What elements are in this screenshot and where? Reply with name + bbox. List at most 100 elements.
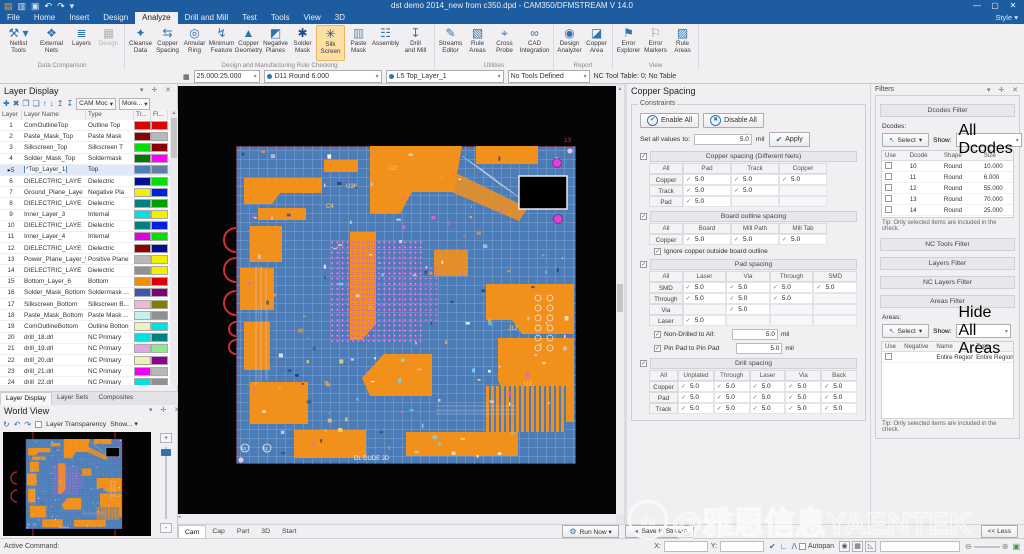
layer-color-swatch[interactable] — [134, 165, 151, 174]
layer-color-swatch[interactable] — [134, 288, 151, 297]
dcodes-show-combo[interactable]: All Dcodes▾ — [956, 133, 1022, 147]
close-button[interactable]: ✕ — [1004, 0, 1022, 12]
view-tab-part[interactable]: Part — [231, 525, 255, 539]
spacing-value-input[interactable]: 5.0 — [688, 393, 713, 402]
external-nets-button[interactable]: ❖External Nets — [35, 25, 68, 61]
layer-color-swatch[interactable] — [134, 356, 151, 365]
cell-check-icon[interactable]: ✓ — [782, 176, 787, 183]
layer-flash-swatch[interactable] — [151, 165, 168, 174]
layer-flash-swatch[interactable] — [151, 333, 168, 342]
spacing-value-input[interactable]: 5.0 — [795, 393, 820, 402]
cell-check-icon[interactable]: ✓ — [753, 394, 758, 401]
cell-check-icon[interactable]: ✓ — [782, 236, 787, 243]
layer-row-19[interactable]: 19ComOutlineBottomOutline Botton — [0, 321, 170, 332]
show-select[interactable]: Show... ▾ — [110, 420, 138, 428]
combo-no-tools-defined[interactable]: No Tools Defined▾ — [508, 70, 590, 83]
spacing-value-input[interactable]: 5.0 — [724, 382, 749, 391]
layer-flash-swatch[interactable] — [151, 255, 168, 264]
nc-tools-filter-header[interactable]: NC Tools Filter — [880, 238, 1015, 251]
dcodes-row[interactable]: 15Round10.000 — [882, 216, 1013, 217]
cell-check-icon[interactable]: ✓ — [734, 236, 739, 243]
cam-mode-select[interactable]: CAM Moc▾ — [76, 98, 116, 110]
layer-color-swatch[interactable] — [134, 333, 151, 342]
cell-check-icon[interactable]: ✓ — [686, 284, 691, 291]
layer-row-11[interactable]: 11Inner_Layer_4Internal — [0, 232, 170, 243]
dcodes-col-use[interactable]: Use — [882, 151, 907, 160]
areas-col-type[interactable]: Type — [973, 342, 1013, 351]
dcodes-use-checkbox[interactable] — [885, 173, 892, 180]
dcodes-row[interactable]: 12Round55.000 — [882, 183, 1013, 194]
apply-button[interactable]: ✔ Apply — [769, 132, 810, 147]
copper-area-button[interactable]: ◪Copper Area — [583, 25, 610, 61]
menu-item-design[interactable]: Design — [96, 12, 135, 24]
layer-row-22[interactable]: 22drill_20.drlNC Primary — [0, 355, 170, 366]
layer-color-swatch[interactable] — [134, 199, 151, 208]
cell-check-icon[interactable]: ✓ — [734, 176, 739, 183]
view-tab-start[interactable]: Start — [276, 525, 302, 539]
spacing-cell[interactable]: ✓5.0 — [750, 381, 786, 392]
combo-25-000-25-000[interactable]: 25.000:25.000▾ — [194, 70, 260, 83]
layer-transparency-checkbox[interactable] — [35, 421, 42, 428]
spacing-value-input[interactable]: 5.0 — [789, 175, 826, 184]
rule-areas-button[interactable]: ▧Rule Areas — [464, 25, 491, 61]
spacing-value-input[interactable]: 5.0 — [760, 404, 785, 413]
layer-color-swatch[interactable] — [134, 132, 151, 141]
layer-flash-swatch[interactable] — [151, 288, 168, 297]
menu-item-analyze[interactable]: Analyze — [135, 12, 177, 24]
dcodes-col-size[interactable]: Size — [981, 151, 1013, 160]
copper-geometry-button[interactable]: ▲Copper Geometry — [235, 25, 262, 61]
cell-check-icon[interactable]: ✓ — [734, 187, 739, 194]
spacing-value-input[interactable]: 5.0 — [741, 175, 778, 184]
enable-all-button[interactable]: ✔ Enable All — [640, 113, 699, 128]
spacing-cell[interactable]: ✓5.0 — [813, 282, 857, 293]
layer-row-14[interactable]: 14DIELECTRIC_LAYEDielectric — [0, 265, 170, 276]
layer-column-fl[interactable]: Fl... — [151, 110, 168, 120]
cad-integration-button[interactable]: ∞CAD Integration — [518, 25, 551, 61]
cell-check-icon[interactable]: ✓ — [681, 405, 686, 412]
cell-check-icon[interactable]: ✓ — [717, 405, 722, 412]
cell-check-icon[interactable]: ✓ — [686, 295, 691, 302]
layer-display-dock-icons[interactable]: ▾ ✛ ✕ — [140, 86, 174, 94]
spacing-cell[interactable]: ✓5.0 — [714, 403, 750, 414]
layer-color-swatch[interactable] — [134, 266, 151, 275]
layer-column-type[interactable]: Type — [86, 110, 134, 120]
error-explorer-button[interactable]: ⚑Error Explorer — [615, 25, 642, 61]
spacing-cell[interactable]: ✓5.0 — [683, 315, 727, 326]
more-select[interactable]: More...▾ — [119, 98, 151, 110]
spacing-value-input[interactable]: 5.0 — [693, 235, 730, 244]
layer-flash-swatch[interactable] — [151, 154, 168, 163]
world-view-thumbnail[interactable] — [3, 432, 151, 536]
layer-column-tr[interactable]: Tr... — [134, 110, 151, 120]
layer-color-swatch[interactable] — [134, 143, 151, 152]
spacing-cell[interactable]: ✓5.0 — [678, 381, 714, 392]
dcodes-col-shape[interactable]: Shape — [941, 151, 981, 160]
layer-flash-swatch[interactable] — [151, 188, 168, 197]
set-all-input[interactable]: 5.0 — [694, 134, 752, 145]
spacing-value-input[interactable]: 5.0 — [780, 283, 813, 292]
design-analyzer-button[interactable]: ◉Design Analyzer — [556, 25, 583, 61]
cell-check-icon[interactable]: ✓ — [824, 394, 829, 401]
cell-check-icon[interactable]: ✓ — [773, 295, 778, 302]
zoom-in-button[interactable]: + — [160, 433, 172, 443]
style-button[interactable]: Style ▾ — [995, 13, 1018, 22]
layer-color-swatch[interactable] — [134, 232, 151, 241]
dcodes-row[interactable]: 11Round6.000 — [882, 172, 1013, 183]
add-layer-icon[interactable]: ✚ — [3, 99, 10, 108]
spacing-value-input[interactable]: 5.0 — [736, 283, 769, 292]
design-canvas[interactable]: C2 U36 C4 J12 U2 S3 S1 DL DUDE JD — [178, 86, 616, 514]
layers-button[interactable]: ≣Layers — [68, 25, 95, 61]
dcodes-use-checkbox[interactable] — [885, 184, 892, 191]
nc-layers-filter-header[interactable]: NC Layers Filter — [880, 276, 1015, 289]
layer-color-swatch[interactable] — [134, 210, 151, 219]
spacing-cell[interactable]: ✓5.0 — [770, 282, 814, 293]
areas-col-use[interactable]: Use — [882, 342, 901, 351]
layer-row-3[interactable]: 3Silkscreen_TopSilkscreen T — [0, 142, 170, 153]
layer-flash-swatch[interactable] — [151, 177, 168, 186]
layer-color-swatch[interactable] — [134, 121, 151, 130]
measure-angle-icon[interactable]: ∟ — [780, 542, 788, 551]
cell-check-icon[interactable]: ✓ — [686, 187, 691, 194]
layer-row-4[interactable]: 4Solder_Mask_TopSoldermask — [0, 154, 170, 165]
minimum-feature-button[interactable]: ↯Minimum Feature — [208, 25, 235, 61]
areas-use-checkbox[interactable] — [885, 353, 892, 360]
layers-filter-header[interactable]: Layers Filter — [880, 257, 1015, 270]
